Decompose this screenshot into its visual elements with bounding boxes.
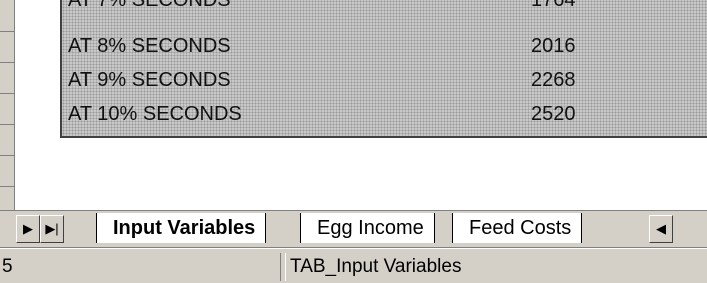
row-label[interactable]: AT 7% SECONDS bbox=[68, 0, 231, 12]
table-row[interactable]: AT 7% SECONDS 1764 bbox=[62, 0, 707, 16]
row-header[interactable] bbox=[0, 93, 14, 125]
next-sheet-button[interactable]: ▶ bbox=[16, 215, 40, 243]
row-header[interactable] bbox=[0, 155, 14, 187]
status-left-text: 5 bbox=[2, 256, 13, 277]
row-header[interactable] bbox=[0, 186, 14, 211]
row-value[interactable]: 2268 bbox=[531, 69, 576, 92]
status-bar: 5 TAB_Input Variables bbox=[0, 248, 707, 283]
tab-label: Input Variables bbox=[113, 217, 256, 239]
sheet-tab-bar: ▶ ▶| Input Variables Egg Income Feed Cos… bbox=[0, 210, 707, 248]
status-right: TAB_Input Variables bbox=[285, 253, 707, 281]
tab-label: Egg Income bbox=[317, 217, 424, 239]
tab-feed-costs[interactable]: Feed Costs bbox=[452, 213, 583, 243]
row-header[interactable] bbox=[0, 31, 14, 63]
data-range: AT 7% SECONDS 1764 AT 8% SECONDS 2016 AT… bbox=[60, 0, 707, 138]
scroll-left-button[interactable]: ◀ bbox=[649, 215, 673, 243]
row-header[interactable] bbox=[0, 0, 14, 32]
last-sheet-button[interactable]: ▶| bbox=[40, 215, 64, 243]
tab-label: Feed Costs bbox=[469, 217, 572, 239]
status-left: 5 bbox=[2, 253, 281, 281]
tab-input-variables[interactable]: Input Variables bbox=[96, 213, 267, 243]
row-value[interactable]: 1764 bbox=[531, 0, 576, 12]
table-row[interactable]: AT 9% SECONDS 2268 bbox=[62, 65, 707, 96]
row-value[interactable]: 2016 bbox=[531, 35, 576, 58]
play-next-icon: ▶ bbox=[23, 221, 33, 236]
row-value[interactable]: 2520 bbox=[531, 103, 576, 126]
row-header[interactable] bbox=[0, 62, 14, 94]
row-headers bbox=[0, 0, 15, 211]
status-right-text: TAB_Input Variables bbox=[290, 256, 462, 277]
table-row[interactable]: AT 8% SECONDS 2016 bbox=[62, 31, 707, 62]
row-label[interactable]: AT 8% SECONDS bbox=[68, 35, 231, 58]
play-last-icon: ▶| bbox=[45, 221, 59, 236]
tab-egg-income[interactable]: Egg Income bbox=[300, 213, 435, 243]
row-header[interactable] bbox=[0, 124, 14, 156]
row-label[interactable]: AT 10% SECONDS bbox=[68, 103, 242, 126]
table-row[interactable]: AT 10% SECONDS 2520 bbox=[62, 99, 707, 130]
scroll-left-icon: ◀ bbox=[656, 221, 666, 236]
row-label[interactable]: AT 9% SECONDS bbox=[68, 69, 231, 92]
